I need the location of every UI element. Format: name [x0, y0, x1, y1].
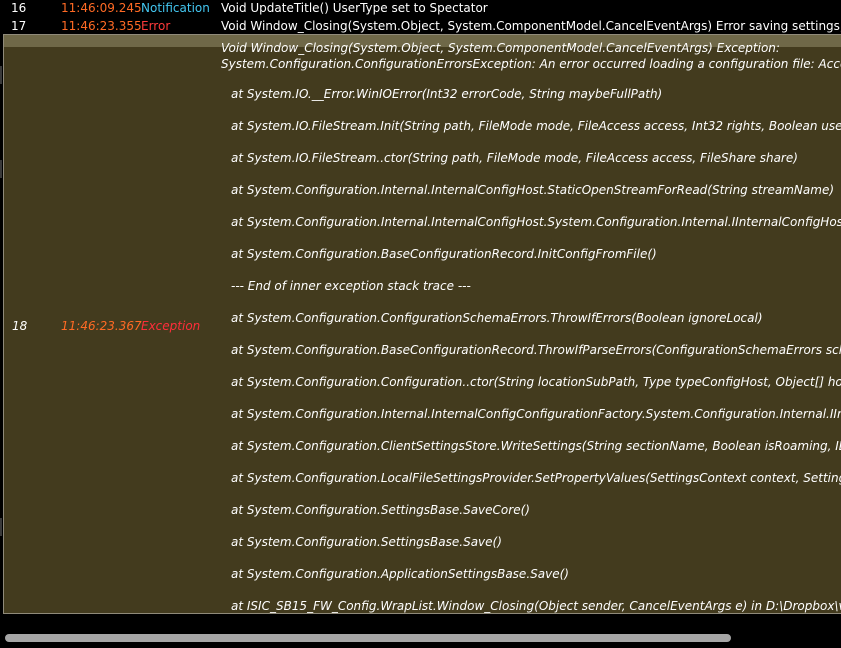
row-timestamp: 11:46:09.245 [61, 1, 142, 15]
exception-header-line: Void Window_Closing(System.Object, Syste… [221, 41, 780, 55]
row-type-exception: Exception [141, 319, 201, 333]
row-type-notification: Notification [141, 1, 210, 15]
row-timestamp: 11:46:23.367 [61, 319, 142, 333]
row-type-error: Error [141, 19, 171, 33]
stack-trace-line: at System.Configuration.ApplicationSetti… [231, 567, 569, 581]
scrollbar-thumb[interactable] [5, 634, 731, 642]
stack-trace-line: at System.Configuration.ConfigurationSch… [231, 311, 763, 325]
stack-trace-line: at System.Configuration.SettingsBase.Sav… [231, 535, 502, 549]
log-row-exception-selected[interactable]: 18 11:46:23.367 Exception Void Window_Cl… [3, 34, 841, 614]
row-timestamp: 11:46:23.355 [61, 19, 142, 33]
log-row[interactable]: 16 11:46:09.245 Notification Void Update… [0, 0, 841, 18]
stack-trace-line: at System.Configuration.Internal.Interna… [231, 215, 841, 229]
horizontal-scrollbar[interactable] [0, 620, 841, 648]
exception-header-line: System.Configuration.ConfigurationErrors… [221, 57, 841, 71]
row-number: 17 [11, 19, 27, 33]
row-edge-marker [0, 518, 2, 536]
stack-trace-line: --- End of inner exception stack trace -… [231, 279, 471, 293]
stack-trace-line: at System.Configuration.Internal.Interna… [231, 183, 835, 197]
stack-trace-line: at System.Configuration.BaseConfiguratio… [231, 343, 841, 357]
stack-trace-line: at System.IO.FileStream..ctor(String pat… [231, 151, 798, 165]
row-edge-marker [0, 66, 2, 84]
stack-trace-line: at System.Configuration.Internal.Interna… [231, 407, 841, 421]
stack-trace-line: at System.Configuration.LocalFileSetting… [231, 471, 841, 485]
stack-trace-line: at System.Configuration.Configuration..c… [231, 375, 841, 389]
stack-trace-line: at System.Configuration.BaseConfiguratio… [231, 247, 657, 261]
row-edge-marker [0, 160, 2, 178]
row-number: 16 [11, 1, 27, 15]
stack-trace-line: at System.IO.__Error.WinIOError(Int32 er… [231, 87, 663, 101]
row-message: Void UpdateTitle() UserType set to Spect… [221, 1, 488, 15]
row-message: Void Window_Closing(System.Object, Syste… [221, 19, 841, 33]
stack-trace-line: at System.Configuration.ClientSettingsSt… [231, 439, 841, 453]
row-number: 18 [12, 319, 28, 333]
stack-trace-line: at ISIC_SB15_FW_Config.WrapList.Window_C… [231, 599, 841, 613]
stack-trace-line: at System.Configuration.SettingsBase.Sav… [231, 503, 530, 517]
stack-trace-line: at System.IO.FileStream.Init(String path… [231, 119, 841, 133]
exception-header: Void Window_Closing(System.Object, Syste… [221, 40, 841, 72]
